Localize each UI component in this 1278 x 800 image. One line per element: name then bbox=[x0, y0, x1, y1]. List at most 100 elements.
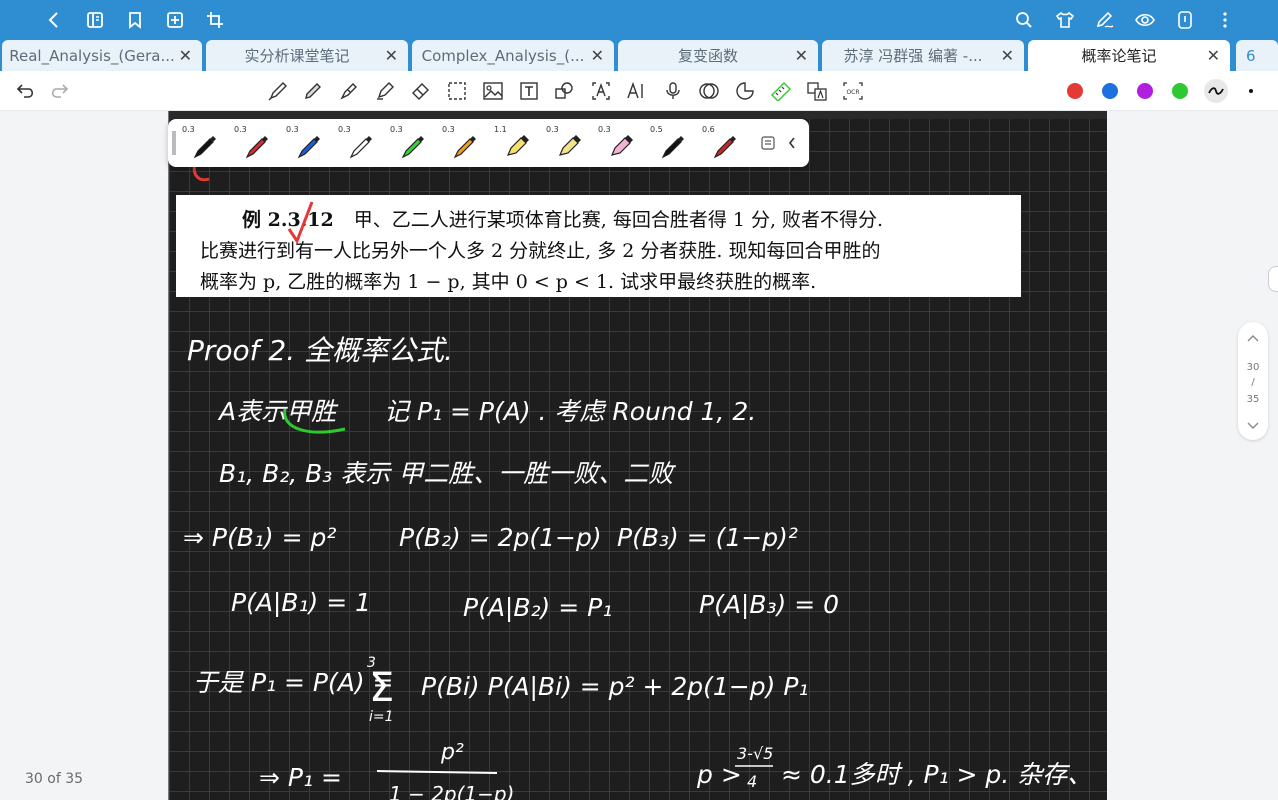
shapes-icon[interactable] bbox=[553, 80, 575, 102]
green-color-swatch[interactable] bbox=[1172, 83, 1188, 99]
tab-overflow[interactable]: 6 bbox=[1236, 40, 1278, 71]
handwriting-layer: Proof 2. 全概率公式. A表示甲胜 记 P₁ = P(A) . 考虑 R… bbox=[183, 162, 1092, 800]
tab-count: 6 bbox=[1246, 46, 1256, 65]
close-icon[interactable]: ✕ bbox=[1001, 46, 1014, 65]
pen-icon bbox=[297, 136, 320, 159]
crop-icon[interactable] bbox=[204, 9, 226, 31]
sum-sign: Σ bbox=[369, 665, 394, 711]
page-separator: / bbox=[1251, 377, 1255, 388]
check-mark bbox=[287, 201, 314, 245]
pen-icon bbox=[401, 136, 424, 159]
ai-icon[interactable] bbox=[626, 80, 648, 102]
tab-complex-analysis[interactable]: Complex_Analysis_(... ✕ bbox=[412, 40, 614, 71]
tab-real-analysis[interactable]: Real_Analysis_(Gera... ✕ bbox=[2, 40, 202, 71]
cond-den: 4 bbox=[747, 772, 757, 791]
total-pages: 35 bbox=[1246, 394, 1260, 405]
line-pb3: P(B₃) = (1−p)² bbox=[617, 523, 798, 552]
text-box-icon[interactable] bbox=[518, 80, 540, 102]
close-icon[interactable]: ✕ bbox=[591, 46, 604, 65]
fountain-pen-icon[interactable] bbox=[338, 80, 360, 102]
redo-icon[interactable] bbox=[48, 80, 70, 102]
pen-icon bbox=[453, 136, 476, 159]
pen-preset-8[interactable]: 0.3 bbox=[544, 123, 594, 163]
tab-real-analysis-notes[interactable]: 实分析课堂笔记 ✕ bbox=[206, 40, 408, 71]
palette-settings-icon[interactable] bbox=[758, 133, 778, 153]
pen-preset-2[interactable]: 0.3 bbox=[232, 123, 282, 163]
stroke-style-icon[interactable] bbox=[1204, 79, 1228, 103]
page-count-label: 30 of 35 bbox=[25, 771, 84, 787]
book-icon[interactable] bbox=[84, 9, 106, 31]
close-icon[interactable]: ✕ bbox=[385, 46, 398, 65]
pen-preset-3[interactable]: 0.3 bbox=[284, 123, 334, 163]
tab-label: 苏淳 冯群强 编著 -... bbox=[843, 47, 983, 65]
pen-preset-11[interactable]: 0.6 bbox=[700, 123, 750, 163]
tab-probability-notes[interactable]: 概率论笔记 ✕ bbox=[1028, 40, 1230, 71]
drag-handle[interactable] bbox=[172, 131, 176, 155]
close-icon[interactable]: ✕ bbox=[795, 46, 808, 65]
pen-preset-7[interactable]: 1.1 bbox=[492, 123, 542, 163]
ocr-icon[interactable]: OCR bbox=[842, 80, 864, 102]
note-page[interactable]: 例 2.3.12 甲、乙二人进行某项体育比赛, 每回合胜者得 1 分, 败者不得分… bbox=[168, 111, 1107, 800]
fraction-num: p² bbox=[440, 740, 464, 765]
cond-num: 3-√5 bbox=[737, 744, 773, 763]
drawing-toolbar: OCR bbox=[0, 71, 1278, 111]
line-sum-rhs: P(Bi) P(A|Bi) = p² + 2p(1−p) P₁ bbox=[421, 672, 808, 701]
highlighter-icon[interactable] bbox=[374, 80, 396, 102]
page-indicator[interactable]: 30 / 35 bbox=[1238, 322, 1268, 440]
red-color-swatch[interactable] bbox=[1067, 83, 1083, 99]
pen-icon bbox=[713, 136, 736, 159]
pen-icon bbox=[349, 136, 372, 159]
pen-preset-5[interactable]: 0.3 bbox=[388, 123, 438, 163]
translate-icon[interactable] bbox=[806, 80, 828, 102]
microphone-icon[interactable] bbox=[662, 80, 684, 102]
fraction-bar bbox=[376, 770, 498, 774]
proof-heading: Proof 2. 全概率公式. bbox=[187, 334, 453, 367]
bookmark-icon[interactable] bbox=[124, 9, 146, 31]
marker-icon bbox=[610, 135, 633, 156]
eye-icon[interactable] bbox=[1134, 9, 1156, 31]
search-icon[interactable] bbox=[1013, 9, 1035, 31]
line-pab3: P(A|B₃) = 0 bbox=[699, 590, 839, 619]
svg-text:OCR: OCR bbox=[846, 89, 859, 96]
pen-preset-10[interactable]: 0.5 bbox=[648, 123, 698, 163]
add-page-icon[interactable] bbox=[164, 9, 186, 31]
pencil-tool-icon[interactable] bbox=[302, 80, 324, 102]
text-recognition-icon[interactable] bbox=[590, 80, 612, 102]
pen-preset-6[interactable]: 0.3 bbox=[440, 123, 490, 163]
image-icon[interactable] bbox=[482, 80, 504, 102]
app-header bbox=[0, 0, 1278, 40]
pen-preset-1[interactable]: 0.3 bbox=[180, 123, 230, 163]
side-drawer-handle[interactable] bbox=[1268, 266, 1278, 292]
marker-icon bbox=[506, 135, 529, 156]
tab-complex-functions[interactable]: 复变函数 ✕ bbox=[618, 40, 818, 71]
tablet-pen-icon[interactable] bbox=[1174, 9, 1196, 31]
marker-icon bbox=[558, 135, 581, 156]
more-dot-icon[interactable] bbox=[1240, 80, 1262, 102]
tab-su-chun-book[interactable]: 苏淳 冯群强 编著 -... ✕ bbox=[822, 40, 1024, 71]
line-cond-rest: ≈ 0.1多时 , P₁ > p. 杂存、 bbox=[781, 760, 1092, 789]
pen-icon bbox=[245, 136, 268, 159]
pen-preset-9[interactable]: 0.3 bbox=[596, 123, 646, 163]
close-icon[interactable]: ✕ bbox=[1207, 46, 1220, 65]
pen-tool-icon[interactable] bbox=[267, 80, 289, 102]
more-vertical-icon[interactable] bbox=[1214, 9, 1236, 31]
ruler-icon[interactable] bbox=[770, 80, 792, 102]
back-icon[interactable] bbox=[43, 9, 65, 31]
undo-icon[interactable] bbox=[15, 80, 37, 102]
pen-preset-4[interactable]: 0.3 bbox=[336, 123, 386, 163]
current-page: 30 bbox=[1246, 362, 1260, 373]
tab-label: 复变函数 bbox=[677, 47, 738, 65]
chevron-down-icon[interactable] bbox=[1247, 422, 1259, 433]
purple-color-swatch[interactable] bbox=[1137, 83, 1153, 99]
close-icon[interactable]: ✕ bbox=[179, 46, 192, 65]
audio-record-icon[interactable] bbox=[698, 80, 720, 102]
tab-label: 概率论笔记 bbox=[1081, 47, 1157, 65]
collapse-chevron-icon[interactable] bbox=[784, 133, 800, 153]
lasso-select-icon[interactable] bbox=[446, 80, 468, 102]
shirt-icon[interactable] bbox=[1054, 9, 1076, 31]
chevron-up-icon[interactable] bbox=[1247, 334, 1259, 345]
pen-edit-icon[interactable] bbox=[1094, 9, 1116, 31]
eraser-icon[interactable] bbox=[410, 80, 432, 102]
blue-color-swatch[interactable] bbox=[1102, 83, 1118, 99]
sticker-icon[interactable] bbox=[734, 80, 756, 102]
